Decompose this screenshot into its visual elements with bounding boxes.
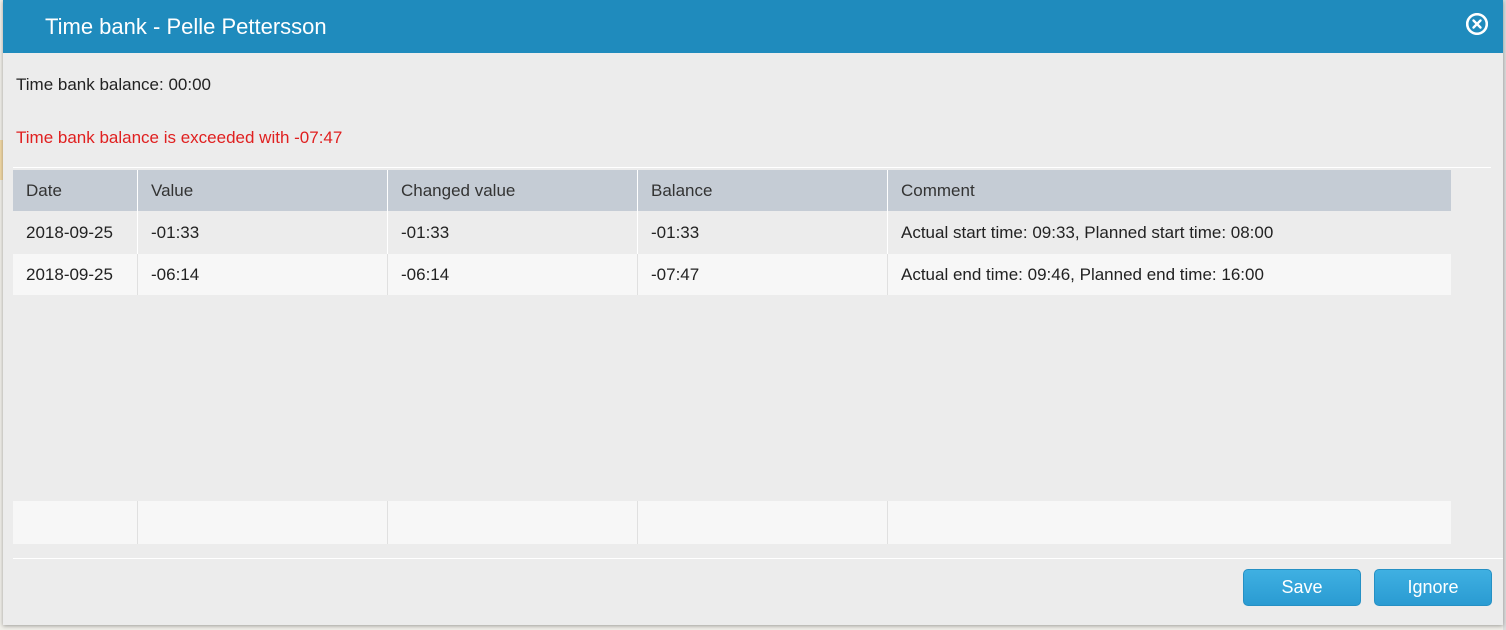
cell-changed-value: -06:14 <box>388 254 638 295</box>
cell-empty <box>13 501 138 544</box>
cell-empty <box>638 501 888 544</box>
dialog-titlebar: Time bank - Pelle Pettersson <box>3 0 1503 53</box>
table-row[interactable]: 2018-09-25 -01:33 -01:33 -01:33 Actual s… <box>13 211 1451 254</box>
cell-balance: -01:33 <box>638 211 888 254</box>
time-bank-dialog: Time bank - Pelle Pettersson Time bank b… <box>3 0 1503 625</box>
column-header-value[interactable]: Value <box>138 170 388 211</box>
time-bank-table: Date Value Changed value Balance Comment… <box>13 170 1451 544</box>
ignore-button[interactable]: Ignore <box>1374 569 1492 606</box>
table-row[interactable]: 2018-09-25 -06:14 -06:14 -07:47 Actual e… <box>13 254 1451 295</box>
close-icon <box>1466 13 1488 35</box>
close-button[interactable] <box>1466 13 1488 35</box>
cell-balance: -07:47 <box>638 254 888 295</box>
cell-date: 2018-09-25 <box>13 254 138 295</box>
table-header-row: Date Value Changed value Balance Comment <box>13 170 1451 211</box>
time-bank-balance: Time bank balance: 00:00 <box>16 75 211 94</box>
table-row-empty[interactable] <box>13 501 1451 544</box>
footer-divider <box>13 558 1503 559</box>
cell-value: -01:33 <box>138 211 388 254</box>
cell-date: 2018-09-25 <box>13 211 138 254</box>
cell-empty <box>888 501 1451 544</box>
save-button[interactable]: Save <box>1243 569 1361 606</box>
table-empty-area <box>13 295 1451 501</box>
cell-changed-value: -01:33 <box>388 211 638 254</box>
balance-exceeded-warning: Time bank balance is exceeded with -07:4… <box>16 128 343 147</box>
cell-comment: Actual end time: 09:46, Planned end time… <box>901 264 1264 284</box>
column-header-comment[interactable]: Comment <box>888 170 1451 211</box>
column-header-balance[interactable]: Balance <box>638 170 888 211</box>
cell-value: -06:14 <box>138 254 388 295</box>
column-header-date[interactable]: Date <box>13 170 138 211</box>
dialog-title: Time bank - Pelle Pettersson <box>45 14 327 39</box>
cell-empty <box>388 501 638 544</box>
column-header-changed-value[interactable]: Changed value <box>388 170 638 211</box>
cell-empty <box>138 501 388 544</box>
divider <box>13 167 1491 168</box>
cell-comment: Actual start time: 09:33, Planned start … <box>901 222 1274 242</box>
